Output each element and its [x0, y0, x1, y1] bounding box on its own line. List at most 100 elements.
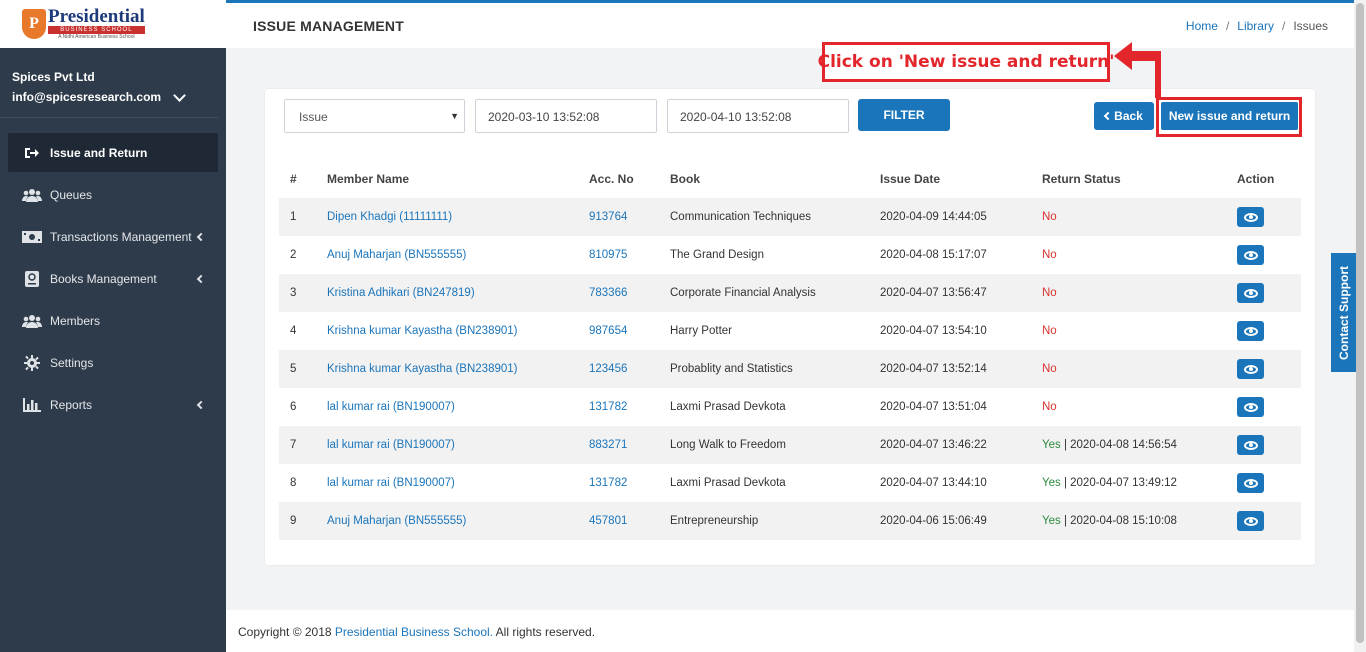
acc-no-link[interactable]: 810975 — [578, 236, 659, 274]
table-row: 4 Krishna kumar Kayastha (BN238901) 987654… — [279, 312, 1301, 350]
logo-subtitle: BUSINESS SCHOOL — [48, 26, 145, 34]
contact-support-label: Contact Support — [1336, 265, 1351, 360]
from-date-input[interactable]: 2020-03-10 13:52:08 — [475, 99, 657, 133]
sidebar-item-settings[interactable]: Settings — [8, 343, 218, 382]
view-button[interactable] — [1237, 283, 1264, 303]
row-number: 2 — [290, 249, 297, 261]
return-status: Yes | 2020-04-07 13:49:12 — [1031, 464, 1226, 502]
users-icon — [22, 313, 42, 329]
account-company: Spices Pvt Ltd — [12, 70, 95, 84]
breadcrumb-separator: / — [1281, 19, 1286, 33]
view-button[interactable] — [1237, 359, 1264, 379]
row-number: 4 — [290, 325, 297, 337]
member-name-link[interactable]: lal kumar rai (BN190007) — [316, 388, 578, 426]
acc-no-link[interactable]: 131782 — [578, 388, 659, 426]
book-title: Entrepreneurship — [659, 502, 869, 540]
issue-date: 2020-04-07 13:46:22 — [869, 426, 1031, 464]
logo[interactable]: P Presidential BUSINESS SCHOOL A Nidhi A… — [0, 0, 226, 48]
type-select[interactable]: Issue ▼ — [284, 99, 465, 133]
view-button[interactable] — [1237, 511, 1264, 531]
column-header: Action — [1237, 172, 1275, 186]
eye-icon — [1243, 288, 1258, 298]
sidebar-item-label: Transactions Management — [50, 229, 192, 244]
acc-no-link[interactable]: 457801 — [578, 502, 659, 540]
sidebar-item-queues[interactable]: Queues — [8, 175, 218, 214]
filter-button[interactable]: FILTER — [858, 99, 950, 131]
column-header: Book — [670, 172, 700, 186]
acc-no-link[interactable]: 783366 — [578, 274, 659, 312]
row-number: 8 — [290, 477, 297, 489]
return-status: Yes | 2020-04-08 15:10:08 — [1031, 502, 1226, 540]
sidebar-item-reports[interactable]: Reports — [8, 385, 218, 424]
table-row: 5 Krishna kumar Kayastha (BN238901) 123456… — [279, 350, 1301, 388]
acc-no-link[interactable]: 913764 — [578, 198, 659, 236]
row-number: 3 — [279, 274, 316, 312]
eye-icon — [1243, 516, 1258, 526]
row-number: 6 — [290, 401, 297, 413]
caret-down-icon: ▼ — [450, 111, 459, 121]
acc-no-link[interactable]: 987654 — [578, 312, 659, 350]
member-name-link[interactable]: lal kumar rai (BN190007) — [316, 426, 578, 464]
bar-chart-icon — [22, 397, 42, 413]
row-number: 9 — [279, 502, 316, 540]
sidebar-item-members[interactable]: Members — [8, 301, 218, 340]
sidebar-item-label: Books Management — [50, 271, 157, 286]
issue-date: 2020-04-07 13:44:10 — [880, 477, 987, 489]
return-date: | 2020-04-08 14:56:54 — [1060, 439, 1177, 451]
view-button[interactable] — [1237, 245, 1264, 265]
member-name-link[interactable]: Dipen Khadgi (11111111) — [316, 198, 578, 236]
breadcrumb-home[interactable]: Home — [1186, 19, 1218, 33]
back-button-label: Back — [1114, 109, 1143, 123]
return-status: No — [1031, 198, 1226, 236]
contact-support-tab[interactable]: Contact Support — [1331, 253, 1356, 372]
view-button[interactable] — [1237, 321, 1264, 341]
sidebar-item-label: Members — [50, 313, 101, 328]
footer-brand-link[interactable]: Presidential Business School. — [335, 625, 493, 639]
logo-tagline: A Nidhi American Business School — [58, 34, 135, 40]
table-row: 8 lal kumar rai (BN190007) 131782 Laxmi Pra… — [279, 464, 1301, 502]
return-date: | 2020-04-07 13:49:12 — [1060, 477, 1177, 489]
breadcrumb-library[interactable]: Library — [1237, 19, 1274, 33]
issue-date: 2020-04-06 15:06:49 — [869, 502, 1031, 540]
acc-no-link[interactable]: 131782 — [578, 464, 659, 502]
return-status-flag: Yes — [1042, 515, 1061, 527]
sidebar-item-books-management[interactable]: Books Management — [8, 259, 218, 298]
column-header: Acc. No — [589, 172, 634, 186]
footer-suffix: All rights reserved. — [493, 625, 596, 639]
member-name-link[interactable]: lal kumar rai (BN190007) — [316, 464, 578, 502]
view-button[interactable] — [1237, 435, 1264, 455]
sidebar-item-label: Queues — [50, 187, 93, 202]
view-button[interactable] — [1237, 397, 1264, 417]
view-button[interactable] — [1237, 473, 1264, 493]
sidebar-item-transactions-management[interactable]: Transactions Management — [8, 217, 218, 256]
eye-icon — [1243, 212, 1258, 222]
action-cell — [1226, 312, 1301, 350]
action-cell — [1226, 426, 1301, 464]
acc-no-link[interactable]: 883271 — [578, 426, 659, 464]
member-name-link[interactable]: Krishna kumar Kayastha (BN238901) — [316, 312, 578, 350]
table-row: 7 lal kumar rai (BN190007) 883271 Long Walk… — [279, 426, 1301, 464]
view-button[interactable] — [1237, 207, 1264, 227]
eye-icon — [1243, 326, 1258, 336]
page-title: ISSUE MANAGEMENT — [253, 18, 404, 34]
member-name-link[interactable]: Krishna kumar Kayastha (BN238901) — [316, 350, 578, 388]
issue-card: Issue ▼ 2020-03-10 13:52:08 2020-04-10 1… — [265, 89, 1315, 565]
member-name-link[interactable]: Anuj Maharjan (BN555555) — [316, 236, 578, 274]
column-header: Return Status — [1042, 172, 1121, 186]
scrollbar-thumb[interactable] — [1356, 3, 1364, 643]
member-name-link[interactable]: Kristina Adhikari (BN247819) — [316, 274, 578, 312]
return-status: No — [1031, 312, 1226, 350]
chevron-left-icon — [196, 232, 206, 241]
book-icon — [22, 270, 42, 287]
to-date-input[interactable]: 2020-04-10 13:52:08 — [667, 99, 849, 133]
book-title: Long Walk to Freedom — [659, 426, 869, 464]
member-name-link[interactable]: Anuj Maharjan (BN555555) — [316, 502, 578, 540]
issues-table: # Member Name Acc. No Book Issue Date Re… — [279, 160, 1301, 540]
column-header: # — [290, 172, 297, 186]
action-cell — [1226, 198, 1301, 236]
account-dropdown[interactable]: info@spicesresearch.com — [12, 88, 218, 104]
issue-date: 2020-04-07 13:51:04 — [880, 401, 987, 413]
sidebar-item-issue-and-return[interactable]: Issue and Return — [8, 133, 218, 172]
back-button[interactable]: Back — [1094, 102, 1154, 130]
acc-no-link[interactable]: 123456 — [578, 350, 659, 388]
